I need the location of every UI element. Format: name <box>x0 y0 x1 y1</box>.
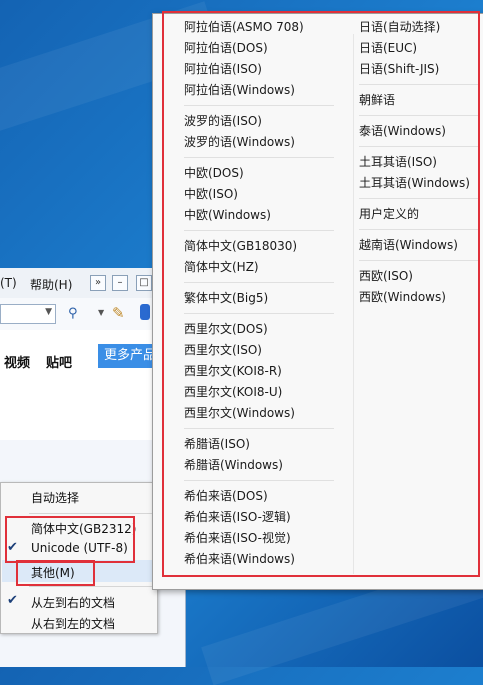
nav-video-link[interactable]: 视频 <box>4 352 30 371</box>
chevrons-icon[interactable]: » <box>90 275 106 291</box>
menu-item-ltr[interactable]: 从左到右的文档 <box>31 594 115 611</box>
menu-item-rtl[interactable]: 从右到左的文档 <box>31 615 115 632</box>
maximize-button[interactable]: □ <box>136 275 152 291</box>
menu-divider <box>29 586 153 587</box>
annotation-box-current-encoding <box>5 516 135 563</box>
search-icon[interactable]: ⚲ <box>68 306 78 321</box>
annotation-box-encoding-list <box>162 11 480 577</box>
dropdown-arrow-icon[interactable]: ▼ <box>45 307 52 317</box>
minimize-button[interactable]: – <box>112 275 128 291</box>
dropdown-arrow-icon[interactable]: ▼ <box>98 308 104 317</box>
nav-tieba-link[interactable]: 贴吧 <box>46 352 72 371</box>
pen-icon[interactable]: ✎ <box>112 304 125 322</box>
menu-help[interactable]: 帮助(H) <box>30 276 72 293</box>
menu-divider <box>29 513 153 514</box>
address-field[interactable]: ▼ <box>0 304 56 324</box>
checkmark-icon: ✔ <box>7 593 18 608</box>
menu-tools[interactable]: (T) <box>0 276 17 290</box>
menu-item-auto-select[interactable]: 自动选择 <box>31 489 79 506</box>
toolbar-icon[interactable] <box>140 304 150 320</box>
annotation-box-other <box>16 560 95 586</box>
